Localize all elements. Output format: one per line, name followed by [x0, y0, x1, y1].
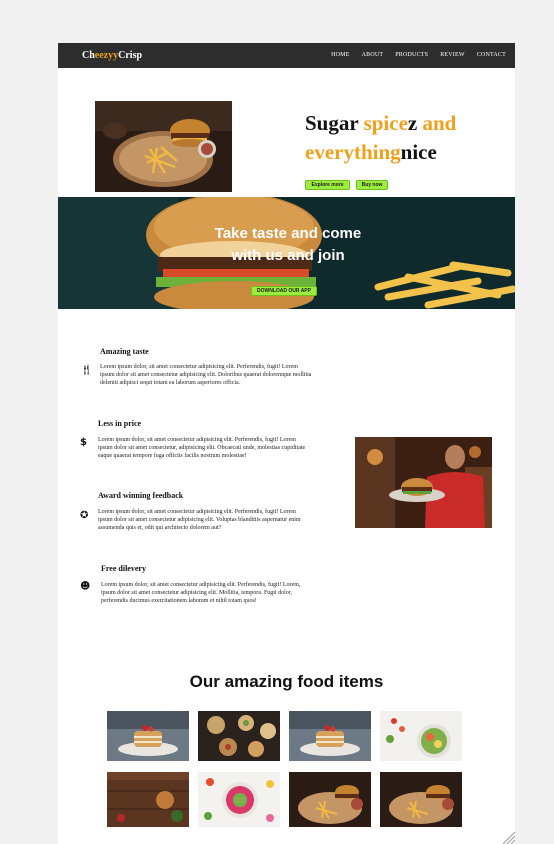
nav-link-review[interactable]: REVIEW [440, 52, 465, 58]
resize-handle-icon[interactable] [501, 830, 515, 844]
dollar-icon: $ [80, 437, 87, 448]
logo-highlight: eezyy [94, 50, 119, 61]
feature-text-delivery: Lorem ipsum dolor, sit amet consectetur … [101, 582, 301, 604]
food-gallery [107, 711, 464, 827]
food-image-pancakes[interactable] [107, 711, 189, 761]
nav-link-home[interactable]: HOME [331, 52, 349, 58]
utensils-icon: 🍴︎ [80, 365, 93, 376]
buy-now-button[interactable]: Buy now [356, 180, 388, 190]
feature-text-price: Lorem ipsum dolor, sit amet consectetur … [98, 437, 306, 459]
feature-text-award: Lorem ipsum dolor, sit amet consectetur … [98, 509, 301, 531]
navbar: CheezyyCrisp HOME ABOUT PRODUCTS REVIEW … [58, 43, 515, 68]
food-image-wooden-table[interactable] [107, 772, 189, 827]
smile-icon: ☻ [80, 581, 91, 592]
feature-title-delivery: Free dilevery [101, 564, 146, 573]
feature-title-award: Award winning feedback [98, 491, 184, 500]
logo-prefix: Ch [82, 50, 95, 61]
food-image-fruit-bowl[interactable] [198, 772, 280, 827]
hero-headline: Sugar spicez and everythingnice [305, 111, 457, 164]
hero-burger-image [95, 101, 232, 192]
feature-text-taste: Lorem ipsum dolor, sit amet consectetur … [100, 364, 312, 386]
food-image-salad-bowl[interactable] [380, 711, 462, 761]
logo[interactable]: CheezyyCrisp [82, 50, 142, 61]
download-app-button[interactable]: DOWNLOAD OUR APP [251, 286, 317, 296]
food-image-pancakes-2[interactable] [289, 711, 371, 761]
logo-suffix: Crisp [118, 50, 143, 61]
banner-text: Take taste and come with us and join [214, 225, 362, 264]
food-image-burger-fries[interactable] [289, 772, 371, 827]
nav-links: HOME ABOUT PRODUCTS REVIEW CONTACT [331, 52, 506, 58]
nav-link-products[interactable]: PRODUCTS [395, 52, 428, 58]
food-image-platters[interactable] [198, 711, 280, 761]
nav-link-about[interactable]: ABOUT [362, 52, 384, 58]
award-icon: ✪ [80, 510, 89, 521]
waiter-serving-burger-image [355, 437, 492, 528]
nav-link-contact[interactable]: CONTACT [477, 52, 506, 58]
explore-more-button[interactable]: Explore more [305, 180, 350, 190]
app-banner: Take taste and come with us and join DOW… [58, 197, 515, 309]
page: CheezyyCrisp HOME ABOUT PRODUCTS REVIEW … [58, 43, 515, 844]
food-image-burger-fries-2[interactable] [380, 772, 462, 827]
feature-title-taste: Amazing taste [100, 347, 149, 356]
feature-title-price: Less in price [98, 419, 142, 428]
food-section-title: Our amazing food items [189, 672, 384, 691]
